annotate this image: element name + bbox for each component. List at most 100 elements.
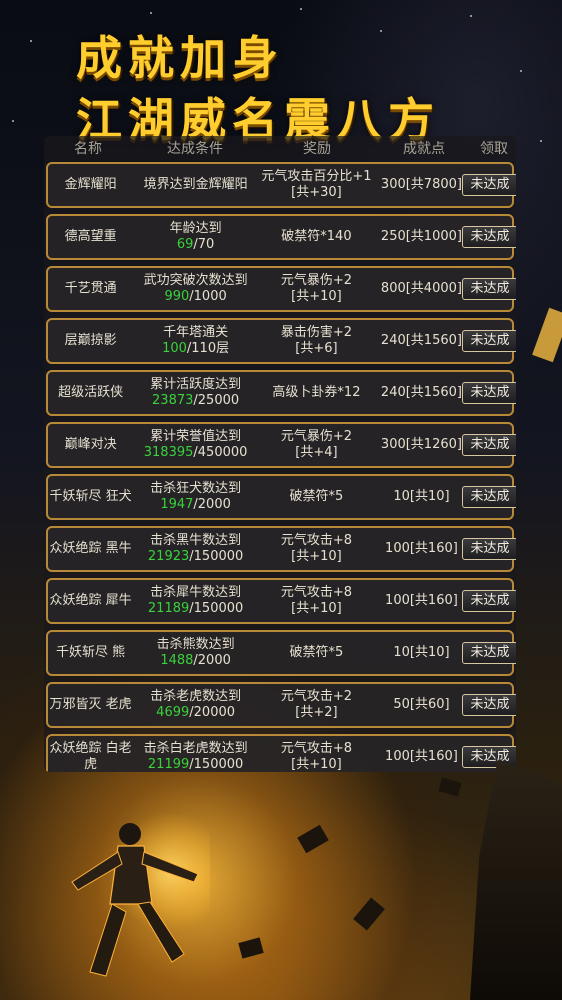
achievement-points: 10[共10]: [393, 489, 450, 504]
achievement-condition: 累计活跃度达到 23873/25000: [133, 377, 258, 409]
claim-button[interactable]: 未达成: [462, 434, 516, 456]
condition-text: 千年塔通关: [163, 325, 229, 340]
achievement-reward: 破禁符*5: [258, 489, 375, 505]
reward-line-2: [共+30]: [291, 185, 342, 200]
achievement-name: 巅峰对决: [64, 437, 117, 452]
achievement-row: 千艺贯通 武功突破次数达到 990/1000 元气暴伤+2 [共+10] 800…: [46, 266, 516, 312]
progress-current: 21923: [147, 549, 190, 564]
condition-text: 累计活跃度达到: [150, 377, 242, 392]
achievement-name: 金辉耀阳: [64, 177, 117, 192]
achievement-name: 千妖斩尽 熊: [56, 645, 126, 660]
reward-line-1: 元气攻击+8: [280, 585, 353, 600]
header-claim: 领取: [480, 141, 508, 157]
header-reward: 奖励: [303, 141, 331, 157]
achievement-points: 100[共160]: [385, 541, 458, 556]
achievement-condition: 击杀熊数达到 1488/2000: [133, 637, 258, 669]
progress-current: 4699: [156, 705, 190, 720]
achievement-condition: 击杀狂犬数达到 1947/2000: [133, 481, 258, 513]
achievement-name: 众妖绝踪 白老虎: [49, 741, 132, 772]
condition-text: 境界达到金辉耀阳: [143, 177, 248, 192]
achievement-condition: 年龄达到 69/70: [133, 221, 258, 253]
claim-button[interactable]: 未达成: [462, 486, 516, 508]
claim-button[interactable]: 未达成: [462, 590, 516, 612]
progress-current: 100: [162, 341, 187, 356]
condition-text: 年龄达到: [169, 221, 222, 236]
reward-line-1: 暴击伤害+2: [280, 325, 353, 340]
achievement-reward: 元气暴伤+2 [共+4]: [258, 429, 375, 461]
progress-max: /25000: [193, 393, 240, 408]
progress-max: /150000: [189, 757, 244, 772]
reward-line-1: 元气暴伤+2: [280, 429, 353, 444]
achievement-row: 千妖斩尽 熊 击杀熊数达到 1488/2000 破禁符*5 10[共10] 未达…: [46, 630, 516, 676]
header-points: 成就点: [403, 141, 445, 157]
progress-max: /110层: [186, 341, 230, 356]
progress-current: 1488: [160, 653, 194, 668]
progress-max: /20000: [189, 705, 236, 720]
achievement-row: 众妖绝踪 黑牛 击杀黑牛数达到 21923/150000 元气攻击+8 [共+1…: [46, 526, 516, 572]
claim-button[interactable]: 未达成: [462, 538, 516, 560]
claim-button[interactable]: 未达成: [462, 330, 516, 352]
achievement-points: 10[共10]: [393, 645, 450, 660]
achievement-points: 100[共160]: [385, 593, 458, 608]
achievement-condition: 击杀犀牛数达到 21189/150000: [133, 585, 258, 617]
claim-button[interactable]: 未达成: [462, 642, 516, 664]
claim-button[interactable]: 未达成: [462, 694, 516, 716]
progress-current: 1947: [160, 497, 194, 512]
achievement-reward: 高级卜卦券*12: [258, 385, 375, 401]
achievement-name: 千艺贯通: [64, 281, 117, 296]
claim-button[interactable]: 未达成: [462, 226, 516, 248]
reward-line-2: [共+10]: [291, 289, 342, 304]
progress-max: /2000: [193, 497, 231, 512]
claim-button[interactable]: 未达成: [462, 382, 516, 404]
condition-text: 击杀老虎数达到: [150, 689, 242, 704]
condition-text: 击杀白老虎数达到: [143, 741, 248, 756]
progress-current: 318395: [143, 445, 194, 460]
reward-line-1: 破禁符*140: [281, 229, 352, 244]
progress-max: /1000: [189, 289, 227, 304]
condition-text: 累计荣誉值达到: [150, 429, 242, 444]
table-header: 名称 达成条件 奖励 成就点 领取: [44, 136, 516, 160]
achievement-condition: 累计荣誉值达到 318395/450000: [133, 429, 258, 461]
achievement-row: 众妖绝踪 白老虎 击杀白老虎数达到 21199/150000 元气攻击+8 [共…: [46, 734, 516, 772]
achievement-points: 50[共60]: [393, 697, 450, 712]
achievement-reward: 元气攻击+2 [共+2]: [258, 689, 375, 721]
achievement-condition: 武功突破次数达到 990/1000: [133, 273, 258, 305]
achievement-name: 千妖斩尽 狂犬: [49, 489, 132, 504]
achievement-reward: 元气暴伤+2 [共+10]: [258, 273, 375, 305]
reward-line-1: 元气攻击+8: [280, 533, 353, 548]
reward-line-1: 高级卜卦券*12: [272, 385, 361, 400]
hero-warrior-illustration: [71, 812, 210, 977]
header-condition: 达成条件: [167, 141, 223, 157]
progress-current: 21199: [147, 757, 190, 772]
achievement-name: 超级活跃侠: [58, 385, 124, 400]
reward-line-2: [共+10]: [291, 549, 342, 564]
reward-line-2: [共+6]: [295, 341, 338, 356]
reward-line-1: 元气攻击百分比+1: [261, 169, 372, 184]
condition-text: 击杀狂犬数达到: [150, 481, 242, 496]
claim-button[interactable]: 未达成: [462, 278, 516, 300]
reward-line-1: 元气暴伤+2: [280, 273, 353, 288]
achievement-reward: 元气攻击+8 [共+10]: [258, 741, 375, 772]
reward-line-2: [共+4]: [295, 445, 338, 460]
achievement-reward: 元气攻击+8 [共+10]: [258, 533, 375, 565]
reward-line-2: [共+10]: [291, 601, 342, 616]
reward-line-1: 破禁符*5: [289, 645, 344, 660]
achievement-condition: 千年塔通关 100/110层: [133, 325, 258, 357]
achievement-row: 众妖绝踪 犀牛 击杀犀牛数达到 21189/150000 元气攻击+8 [共+1…: [46, 578, 516, 624]
condition-text: 击杀熊数达到: [156, 637, 235, 652]
achievement-points: 300[共7800]: [380, 177, 462, 192]
reward-line-2: [共+10]: [291, 757, 342, 772]
achievement-condition: 击杀老虎数达到 4699/20000: [133, 689, 258, 721]
progress-current: 69: [176, 237, 194, 252]
achievement-points: 100[共160]: [385, 749, 458, 764]
claim-button[interactable]: 未达成: [462, 174, 516, 196]
achievement-name: 众妖绝踪 黑牛: [49, 541, 132, 556]
achievement-name: 众妖绝踪 犀牛: [49, 593, 132, 608]
achievement-row: 千妖斩尽 狂犬 击杀狂犬数达到 1947/2000 破禁符*5 10[共10] …: [46, 474, 516, 520]
reward-line-1: 元气攻击+2: [280, 689, 353, 704]
progress-current: 21189: [147, 601, 190, 616]
progress-max: /2000: [193, 653, 231, 668]
achievement-name: 层巅掠影: [64, 333, 117, 348]
achievement-points: 250[共1000]: [380, 229, 462, 244]
achievement-row: 巅峰对决 累计荣誉值达到 318395/450000 元气暴伤+2 [共+4] …: [46, 422, 516, 468]
